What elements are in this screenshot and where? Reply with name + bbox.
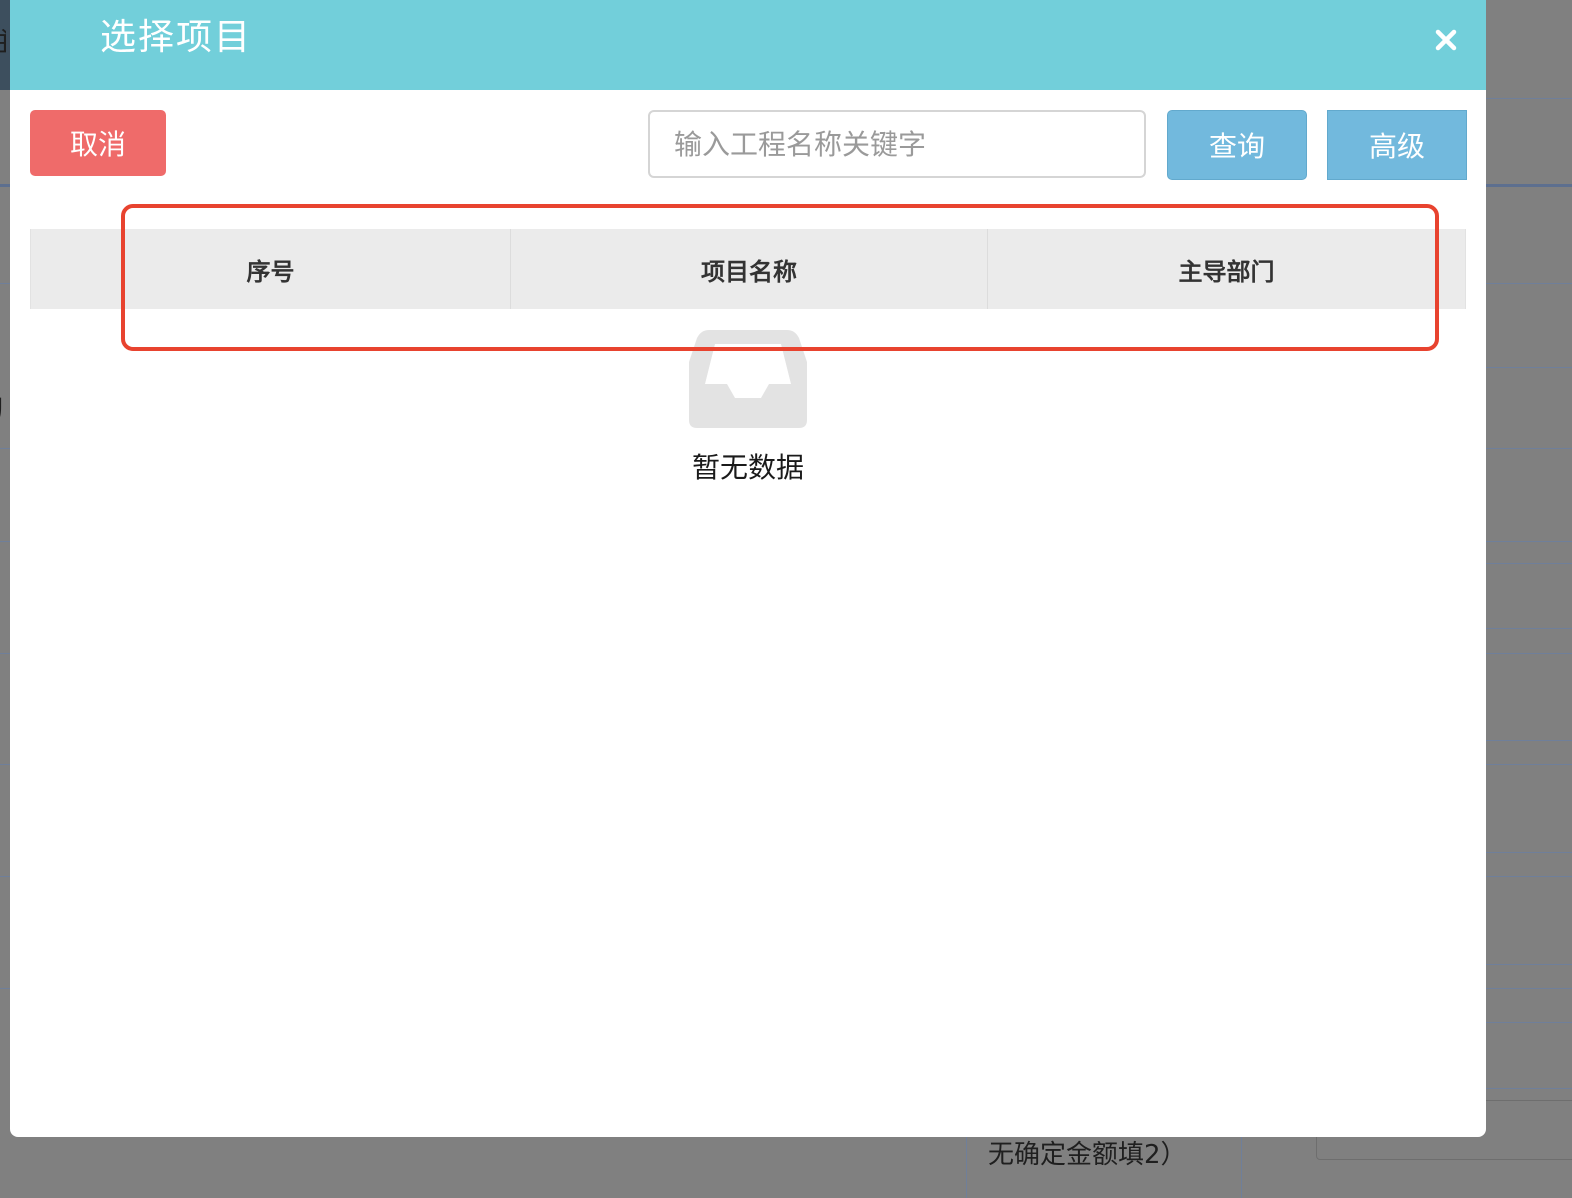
background-line — [0, 876, 10, 877]
inbox-icon — [689, 330, 807, 428]
background-line — [1486, 283, 1572, 284]
background-footnote-text: 无确定金额填2） — [988, 1140, 1187, 1170]
background-line — [1486, 628, 1572, 629]
background-line — [1486, 98, 1572, 99]
background-line — [1486, 964, 1572, 965]
background-line — [1486, 1022, 1572, 1023]
background-line — [1486, 852, 1572, 853]
close-button[interactable] — [1428, 20, 1464, 60]
table-header: 序号 项目名称 主导部门 — [30, 229, 1466, 309]
background-line — [1486, 448, 1572, 449]
background-line — [0, 764, 10, 765]
search-input[interactable] — [648, 110, 1146, 178]
background-line — [966, 1137, 967, 1198]
background-line — [0, 448, 10, 449]
query-button[interactable]: 查询 — [1167, 110, 1307, 180]
select-project-dialog: 选择项目 取消 查询 高级 序号 项目名称 主导部门 暂无数据 — [10, 0, 1486, 1137]
background-left-glyph-2: 训 — [0, 390, 4, 427]
background-line — [0, 283, 10, 284]
background-line — [1486, 988, 1572, 989]
background-left-glyph-1: 主 — [0, 22, 6, 59]
advanced-button[interactable]: 高级 — [1327, 110, 1467, 180]
background-line — [0, 184, 10, 187]
cancel-button[interactable]: 取消 — [30, 110, 166, 176]
background-line — [1486, 541, 1572, 542]
background-line — [0, 988, 10, 989]
column-header-department[interactable]: 主导部门 — [987, 229, 1465, 309]
background-line — [1486, 1088, 1572, 1089]
column-header-project-name[interactable]: 项目名称 — [510, 229, 987, 309]
background-line — [1486, 740, 1572, 741]
background-line — [0, 541, 10, 542]
background-line — [0, 653, 10, 654]
dialog-title: 选择项目 — [100, 17, 253, 58]
close-icon — [1435, 29, 1457, 51]
column-header-index[interactable]: 序号 — [31, 229, 510, 309]
background-line — [1486, 184, 1572, 187]
background-line — [1486, 876, 1572, 877]
dialog-header: 选择项目 — [10, 0, 1486, 90]
background-line — [1241, 1137, 1242, 1198]
background-line — [1486, 563, 1572, 564]
background-line — [1486, 764, 1572, 765]
background-line — [1486, 653, 1572, 654]
background-line — [1486, 367, 1572, 368]
empty-state-text: 暂无数据 — [691, 451, 804, 484]
